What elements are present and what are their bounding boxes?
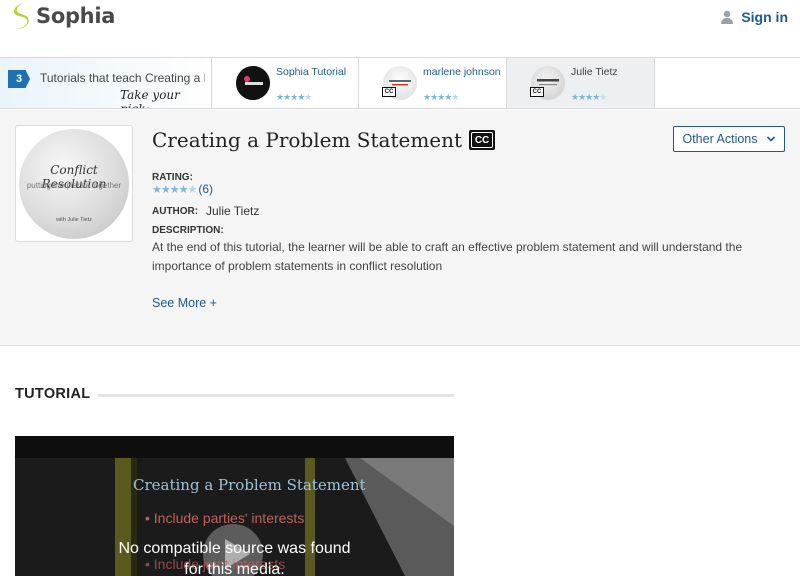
closed-caption-icon: CC bbox=[530, 87, 544, 97]
user-icon bbox=[721, 10, 734, 24]
tutorial-option-author: Julie Tietz bbox=[571, 66, 618, 78]
rating-row: ★★★★★ (6) bbox=[152, 182, 213, 196]
closed-caption-icon: CC bbox=[469, 130, 496, 150]
rating-stars-icon: ★★★★★ bbox=[152, 183, 197, 196]
rating-stars-icon: ★★★★★ bbox=[423, 92, 459, 102]
chevron-down-icon bbox=[766, 136, 775, 142]
other-actions-label: Other Actions bbox=[682, 132, 758, 146]
rating-stars-icon: ★★★★★ bbox=[571, 92, 607, 102]
section-heading: TUTORIAL bbox=[15, 386, 91, 402]
cover-subtitle: putting the pieces together bbox=[26, 181, 122, 190]
tutorial-picker-title: Tutorials that teach Creating a Problem … bbox=[40, 71, 205, 85]
cover-circle: Conflict Resolution putting the pieces t… bbox=[19, 129, 129, 239]
author-name: Julie Tietz bbox=[206, 204, 260, 218]
description-text: At the end of this tutorial, the learner… bbox=[152, 240, 743, 273]
tutorial-cover-image: Conflict Resolution putting the pieces t… bbox=[15, 125, 133, 242]
tutorial-info-panel: Conflict Resolution putting the pieces t… bbox=[0, 110, 800, 346]
closed-caption-icon: CC bbox=[382, 87, 396, 97]
author-label: AUTHOR: bbox=[152, 206, 199, 217]
tutorial-option-sophia[interactable]: Sophia Tutorial ★★★★★ bbox=[212, 58, 359, 108]
tutorial-option-author: Sophia Tutorial bbox=[276, 66, 347, 78]
see-more-link[interactable]: See More + bbox=[152, 296, 217, 310]
media-error-line: No compatible source was found bbox=[118, 540, 351, 557]
tutorial-option-author: marlene johnson bbox=[423, 66, 501, 78]
media-error-message: No compatible source was found for this … bbox=[15, 538, 454, 576]
tutorial-option-julie[interactable]: CC Julie Tietz ★★★★★ bbox=[507, 58, 655, 108]
media-error-line: for this media. bbox=[184, 561, 285, 576]
tutorial-title: Creating a Problem Statement bbox=[152, 128, 463, 152]
cover-byline: with Julie Tietz bbox=[56, 217, 92, 223]
sophia-logo[interactable]: Sophia bbox=[10, 2, 115, 30]
tutorial-picker-intro: 3 Tutorials that teach Creating a Proble… bbox=[0, 58, 212, 108]
section-divider bbox=[98, 394, 454, 397]
rating-stars-icon: ★★★★★ bbox=[276, 92, 312, 102]
take-your-pick-text: Take your pick: bbox=[120, 88, 180, 108]
slide-bullet: • Include parties' interests bbox=[145, 510, 305, 526]
site-header: Sophia Sign in bbox=[0, 0, 800, 57]
tutorial-option-marlene[interactable]: CC marlene johnson ★★★★★ bbox=[359, 58, 507, 108]
other-actions-button[interactable]: Other Actions bbox=[673, 126, 785, 152]
page-title: Creating a Problem Statement CC bbox=[152, 128, 496, 152]
sign-in-link[interactable]: Sign in bbox=[720, 9, 788, 25]
tutorial-count-badge: 3 bbox=[8, 70, 30, 88]
tutorial-picker-strip: 3 Tutorials that teach Creating a Proble… bbox=[0, 57, 800, 109]
rating-count-link[interactable]: (6) bbox=[198, 182, 213, 196]
sophia-thumbnail-icon bbox=[236, 66, 270, 100]
logo-text: Sophia bbox=[36, 4, 116, 28]
sophia-leaf-icon bbox=[14, 3, 29, 29]
description-label: DESCRIPTION: bbox=[152, 225, 224, 236]
slide-title: Creating a Problem Statement bbox=[133, 476, 366, 494]
sign-in-label: Sign in bbox=[741, 9, 788, 25]
video-player[interactable]: Creating a Problem Statement • Include p… bbox=[15, 436, 454, 576]
sophia-tutorial-thumbnail bbox=[236, 66, 270, 100]
